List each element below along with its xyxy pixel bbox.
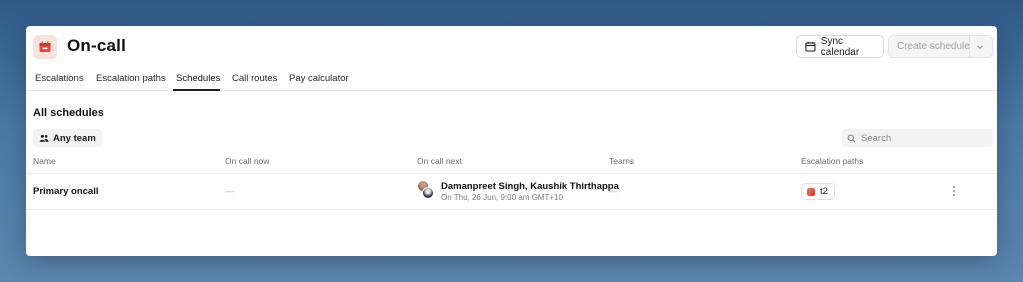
on-call-next-time: On Thu, 26 Jun, 9:00 am GMT+10 — [441, 193, 563, 202]
table-divider — [26, 173, 997, 174]
tab-bar: Escalations Escalation paths Schedules C… — [26, 68, 997, 91]
search-input[interactable] — [861, 132, 981, 144]
active-tab-indicator — [173, 89, 220, 91]
button-divider — [969, 36, 970, 57]
table-divider — [26, 209, 997, 210]
escalation-path-icon — [807, 187, 815, 196]
create-schedule-button[interactable]: Create schedule — [888, 35, 993, 58]
on-call-next-names: Damanpreet Singh, Kaushik Thirthappa — [441, 181, 619, 192]
escalation-path-badge[interactable]: t2 — [801, 183, 835, 200]
team-filter-button[interactable]: Any team — [33, 129, 102, 147]
column-header-on-call-now: On call now — [225, 156, 270, 166]
sync-calendar-button[interactable]: Sync calendar — [796, 35, 884, 58]
section-title: All schedules — [33, 107, 104, 119]
create-schedule-label: Create schedule — [897, 41, 970, 52]
avatar-group — [417, 180, 435, 200]
teams-value: — — [609, 186, 619, 197]
tab-pay-calculator[interactable]: Pay calculator — [289, 73, 349, 91]
search-box — [842, 129, 993, 147]
tab-escalations[interactable]: Escalations — [35, 73, 84, 91]
page-title: On-call — [67, 36, 127, 55]
column-header-escalation-paths: Escalation paths — [801, 156, 864, 166]
page-header: On-call Sync calendar Create schedule — [26, 26, 997, 66]
escalation-path-label: t2 — [820, 186, 828, 197]
chevron-down-icon[interactable] — [975, 42, 985, 52]
schedule-name[interactable]: Primary oncall — [33, 186, 98, 197]
column-header-on-call-next: On call next — [417, 156, 462, 166]
team-filter-label: Any team — [53, 132, 96, 144]
tab-escalation-paths[interactable]: Escalation paths — [96, 73, 166, 91]
avatar — [422, 187, 434, 199]
calendar-alert-icon — [33, 35, 57, 59]
tab-call-routes[interactable]: Call routes — [232, 73, 277, 91]
sync-calendar-label: Sync calendar — [820, 35, 860, 58]
column-header-teams: Teams — [609, 156, 635, 166]
app-window: On-call Sync calendar Create schedule Es… — [26, 26, 997, 256]
more-options-icon[interactable] — [950, 184, 958, 198]
search-icon — [847, 134, 856, 142]
on-call-now-value: — — [225, 186, 235, 197]
calendar-icon — [805, 41, 816, 52]
users-icon — [39, 134, 49, 142]
column-header-name: Name — [33, 156, 56, 166]
